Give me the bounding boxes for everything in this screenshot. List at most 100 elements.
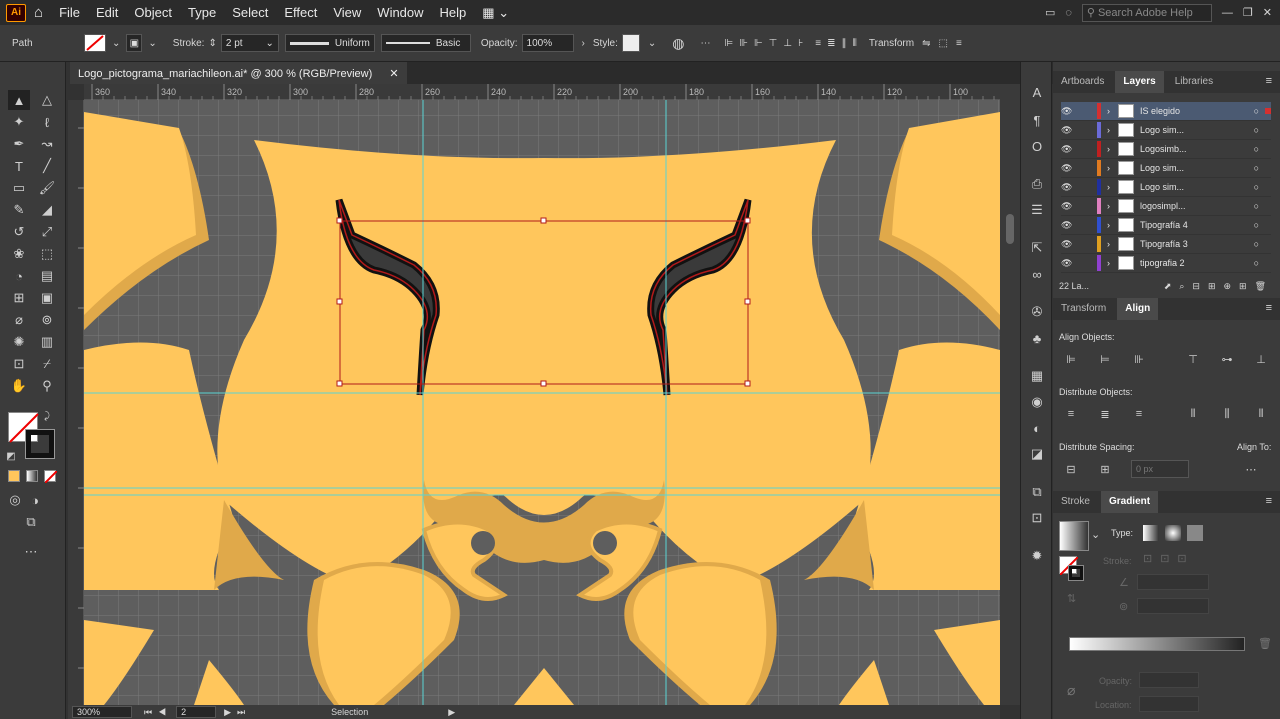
stroke-gradient-icons[interactable]: ⊡⊡⊡	[1143, 552, 1195, 565]
properties-icon[interactable]: ☰	[1026, 200, 1048, 220]
expand-chevron-icon[interactable]: ›	[1107, 144, 1110, 154]
align-right-icon[interactable]: ⊪	[1131, 351, 1147, 367]
draw-mode-icon[interactable]: ◎	[4, 490, 26, 510]
brush-definition[interactable]: Basic	[380, 34, 471, 52]
menu-help[interactable]: Help	[432, 5, 475, 20]
close-icon[interactable]: ✕	[389, 68, 398, 80]
character-panel-icon[interactable]: A	[1026, 82, 1048, 102]
distribute-bottom-icon[interactable]: ≡	[1131, 406, 1147, 422]
tab-artboards[interactable]: Artboards	[1053, 71, 1112, 93]
menu-window[interactable]: Window	[369, 5, 431, 20]
draw-inside-icon[interactable]: ◑	[24, 490, 46, 510]
tab-layers[interactable]: Layers	[1115, 71, 1164, 93]
panel-menu-icon[interactable]: ≡	[956, 38, 962, 49]
visibility-eye-icon[interactable]: 👁	[1061, 106, 1081, 117]
stop-location-field[interactable]	[1139, 696, 1199, 712]
window-close-icon[interactable]: ✕	[1263, 6, 1272, 19]
arrange-documents-icon[interactable]: ▭	[1045, 6, 1055, 19]
stroke-color-icon[interactable]	[25, 429, 55, 459]
visibility-eye-icon[interactable]: 👁	[1061, 144, 1081, 155]
graphic-styles-icon[interactable]: ◪	[1026, 444, 1048, 464]
slice-tool-icon[interactable]: ⌿	[36, 354, 58, 374]
stroke-toggle-icon[interactable]	[1068, 565, 1084, 581]
menu-select[interactable]: Select	[224, 5, 276, 20]
chevron-right-icon[interactable]: ›	[582, 38, 585, 49]
menu-object[interactable]: Object	[126, 5, 180, 20]
brushes-panel-icon[interactable]: ✇	[1026, 302, 1048, 322]
mesh-tool-icon[interactable]: ⊞	[8, 288, 30, 308]
rotate-tool-icon[interactable]: ↺	[8, 222, 30, 242]
screen-mode-icon[interactable]: ⧉	[20, 512, 42, 532]
layer-row[interactable]: 👁 › IS elegido ○	[1061, 102, 1271, 121]
recolor-icon[interactable]: ◍	[672, 35, 684, 52]
tab-stroke[interactable]: Stroke	[1053, 491, 1098, 513]
fill-swatch[interactable]	[84, 34, 106, 52]
stroke-weight-field[interactable]: 2 pt ⌄	[220, 34, 279, 52]
vertical-spacing-icon[interactable]: ⊟	[1063, 461, 1079, 477]
isolate-icon[interactable]: ⬚	[939, 38, 948, 49]
expand-chevron-icon[interactable]: ›	[1107, 106, 1110, 116]
selection-tool-icon[interactable]: ▲	[8, 90, 30, 110]
distribute-left-icon[interactable]: ⦀	[1185, 406, 1201, 422]
vertical-scrollbar[interactable]	[1000, 84, 1020, 705]
lasso-icon[interactable]: ℓ	[36, 112, 58, 132]
direct-selection-tool-icon[interactable]: △	[36, 90, 58, 110]
radial-gradient-icon[interactable]	[1165, 525, 1181, 541]
angle-field[interactable]	[1137, 574, 1209, 590]
expand-chevron-icon[interactable]: ›	[1107, 182, 1110, 192]
expand-chevron-icon[interactable]: ›	[1107, 201, 1110, 211]
rectangle-tool-icon[interactable]: ▭	[8, 178, 30, 198]
artwork[interactable]	[84, 100, 1000, 705]
layer-actions-icons[interactable]: ⬈⌕⊟⊞⊕⊞🗑	[1164, 281, 1274, 292]
status-arrow-icon[interactable]: ▶	[448, 707, 455, 718]
aspect-ratio-field[interactable]	[1137, 598, 1209, 614]
menu-type[interactable]: Type	[180, 5, 224, 20]
warp-tool-icon[interactable]: ❀	[8, 244, 30, 264]
layer-row[interactable]: 👁 › Tipografía 4 ○	[1061, 216, 1271, 235]
symbol-sprayer-icon[interactable]: ✺	[8, 332, 30, 352]
visibility-eye-icon[interactable]: 👁	[1061, 125, 1081, 136]
tab-transform[interactable]: Transform	[1053, 298, 1114, 320]
artboard-nav-next[interactable]: ▶⏭	[224, 707, 251, 718]
layer-row[interactable]: 👁 › Logo sim... ○	[1061, 178, 1271, 197]
align-to-selection-icon[interactable]: ⋯	[1243, 461, 1259, 477]
tab-align[interactable]: Align	[1117, 298, 1159, 320]
menu-view[interactable]: View	[325, 5, 369, 20]
visibility-eye-icon[interactable]: 👁	[1061, 163, 1081, 174]
panel-menu-icon[interactable]: ≡	[1266, 302, 1272, 314]
layer-row[interactable]: 👁 › Logo sim... ○	[1061, 121, 1271, 140]
search-input[interactable]: ⚲ Search Adobe Help	[1081, 3, 1212, 22]
artboard-number-field[interactable]: 2	[176, 706, 217, 718]
more-tools-icon[interactable]: ⋯	[20, 542, 42, 562]
align-to-icon[interactable]: ⋯	[701, 38, 711, 49]
panel-menu-icon[interactable]: ≡	[1266, 75, 1272, 87]
target-circle-icon[interactable]: ○	[1254, 182, 1259, 192]
blend-tool-icon[interactable]: ⊚	[36, 310, 58, 330]
gradient-mode-icon[interactable]	[26, 470, 38, 482]
eyedropper-icon[interactable]: ⌀	[1067, 682, 1075, 699]
color-guide-icon[interactable]: ◐	[1026, 418, 1048, 438]
visibility-eye-icon[interactable]: 👁	[1061, 201, 1081, 212]
gradient-tool-icon[interactable]: ▣	[36, 288, 58, 308]
none-mode-icon[interactable]	[44, 470, 58, 484]
scrollbar-thumb[interactable]	[1006, 214, 1014, 244]
workspace-switcher-icon[interactable]: ▦ ⌄	[474, 5, 517, 21]
line-tool-icon[interactable]: ╱	[36, 156, 58, 176]
magic-wand-icon[interactable]: ✦	[8, 112, 30, 132]
chevron-down-icon[interactable]: ⌄	[1091, 528, 1100, 541]
expand-chevron-icon[interactable]: ›	[1107, 220, 1110, 230]
expand-chevron-icon[interactable]: ›	[1107, 258, 1110, 268]
paragraph-panel-icon[interactable]: ¶	[1026, 110, 1048, 130]
visibility-eye-icon[interactable]: 👁	[1061, 182, 1081, 193]
gradient-swatch[interactable]	[1059, 521, 1089, 551]
document-tab[interactable]: Logo_pictograma_mariachileon.ai* @ 300 %…	[70, 62, 407, 84]
artboard-canvas[interactable]	[84, 100, 1000, 705]
menu-effect[interactable]: Effect	[276, 5, 325, 20]
distribute-top-icon[interactable]: ≡	[1063, 406, 1079, 422]
perspective-grid-icon[interactable]: ▤	[36, 266, 58, 286]
restore-icon[interactable]: ❐	[1243, 6, 1253, 19]
artboard-tool-icon[interactable]: ⊡	[8, 354, 30, 374]
visibility-eye-icon[interactable]: 👁	[1061, 258, 1081, 269]
expand-chevron-icon[interactable]: ›	[1107, 163, 1110, 173]
reverse-gradient-icon[interactable]: ⇅	[1067, 592, 1076, 605]
